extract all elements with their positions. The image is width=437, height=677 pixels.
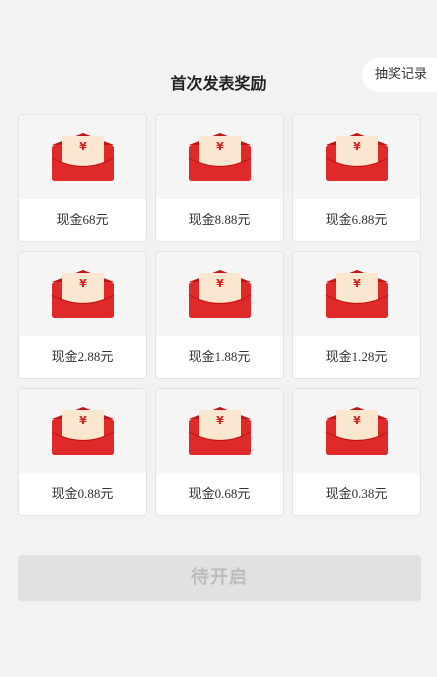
reward-card[interactable]: ¥ 现金0.88元 (18, 388, 147, 516)
reward-label: 现金0.88元 (51, 486, 114, 501)
reward-card[interactable]: ¥ 现金0.68元 (155, 388, 284, 516)
reward-card-image: ¥ (19, 115, 146, 199)
reward-card-image: ¥ (19, 252, 146, 336)
reward-label: 现金6.88元 (325, 212, 388, 227)
reward-card[interactable]: ¥ 现金1.28元 (292, 251, 421, 379)
yuan-symbol: ¥ (353, 277, 361, 290)
red-envelope-icon: ¥ (324, 131, 390, 183)
reward-card[interactable]: ¥ 现金2.88元 (18, 251, 147, 379)
yuan-symbol: ¥ (79, 140, 87, 153)
yuan-symbol: ¥ (216, 414, 224, 427)
reward-card-image: ¥ (156, 252, 283, 336)
reward-card[interactable]: ¥ 现金68元 (18, 114, 147, 242)
red-envelope-icon: ¥ (187, 405, 253, 457)
reward-label: 现金1.88元 (188, 349, 251, 364)
yuan-symbol: ¥ (216, 277, 224, 290)
reward-label: 现金1.28元 (325, 349, 388, 364)
red-envelope-icon: ¥ (324, 405, 390, 457)
reward-card-image: ¥ (156, 115, 283, 199)
reward-card-image: ¥ (293, 389, 420, 473)
reward-label: 现金0.68元 (188, 486, 251, 501)
yuan-symbol: ¥ (79, 277, 87, 290)
yuan-symbol: ¥ (353, 140, 361, 153)
reward-card-image: ¥ (19, 389, 146, 473)
yuan-symbol: ¥ (216, 140, 224, 153)
reward-card-image: ¥ (293, 115, 420, 199)
red-envelope-icon: ¥ (50, 131, 116, 183)
red-envelope-icon: ¥ (50, 268, 116, 320)
reward-label: 现金2.88元 (51, 349, 114, 364)
reward-card[interactable]: ¥ 现金1.88元 (155, 251, 284, 379)
yuan-symbol: ¥ (79, 414, 87, 427)
reward-card[interactable]: ¥ 现金6.88元 (292, 114, 421, 242)
lottery-records-button[interactable]: 抽奖记录 (362, 58, 437, 92)
red-envelope-icon: ¥ (324, 268, 390, 320)
yuan-symbol: ¥ (353, 414, 361, 427)
reward-card-image: ¥ (156, 389, 283, 473)
reward-grid: ¥ 现金68元 ¥ 现金8.88元 ¥ 现金6.88元 ¥ 现金2.88元 ¥ … (18, 114, 422, 516)
red-envelope-icon: ¥ (187, 268, 253, 320)
red-envelope-icon: ¥ (50, 405, 116, 457)
reward-card-image: ¥ (293, 252, 420, 336)
reward-label: 现金8.88元 (188, 212, 251, 227)
reward-card[interactable]: ¥ 现金8.88元 (155, 114, 284, 242)
open-reward-button[interactable]: 待开启 (18, 555, 421, 601)
reward-label: 现金0.38元 (325, 486, 388, 501)
red-envelope-icon: ¥ (187, 131, 253, 183)
reward-card[interactable]: ¥ 现金0.38元 (292, 388, 421, 516)
reward-label: 现金68元 (56, 212, 109, 227)
